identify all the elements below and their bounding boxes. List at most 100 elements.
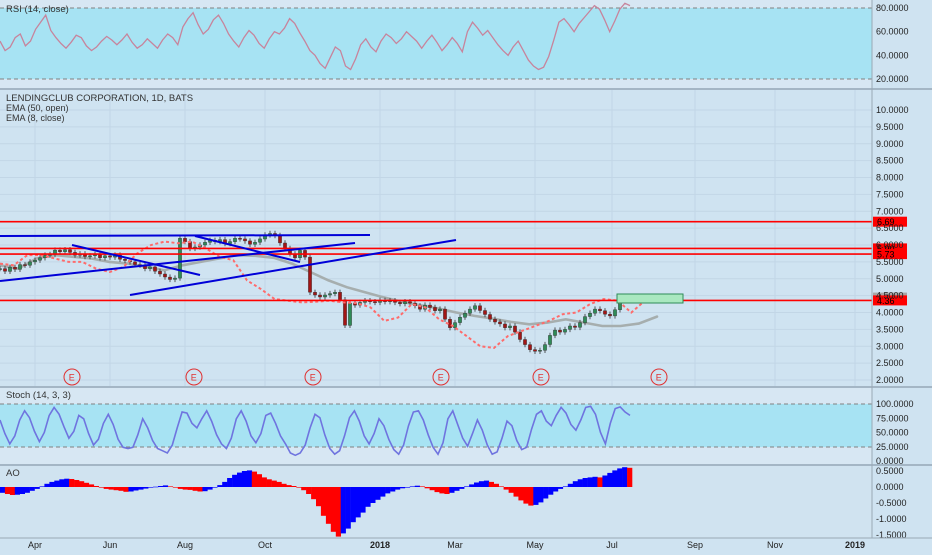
ao-bar — [543, 487, 549, 499]
rsi-tick-label: 40.0000 — [876, 50, 909, 60]
candle-body — [483, 310, 487, 315]
chart-canvas[interactable]: RSI (14, close) 80.0000 60.0000 40.0000 20.… — [0, 0, 932, 550]
rsi-tick-label: 80.0000 — [876, 3, 909, 13]
ao-bar — [474, 482, 480, 487]
ao-bar — [311, 487, 317, 500]
candle-body — [538, 350, 542, 352]
price-pane[interactable]: LENDINGCLUB CORPORATION, 1D, BATS EMA (5… — [0, 90, 909, 386]
ao-bar — [508, 487, 514, 493]
time-axis-label: 2018 — [370, 540, 390, 550]
time-axis-label: Apr — [28, 540, 42, 550]
trendline-top[interactable] — [0, 234, 371, 237]
ao-bar — [79, 481, 85, 487]
time-axis[interactable]: Apr Jun Aug Oct 2018 Mar May Jul Sep Nov 2019 — [0, 537, 932, 550]
ao-bar — [454, 487, 460, 491]
ao-bar — [118, 487, 124, 491]
price-gridlines — [0, 90, 872, 386]
ao-bar — [281, 483, 287, 487]
candle-body — [253, 242, 257, 245]
earnings-markers[interactable]: EEEEEE — [63, 368, 668, 386]
candle-body — [523, 339, 527, 345]
candle-body — [493, 319, 497, 323]
ao-title: AO — [6, 468, 20, 479]
candle-body — [433, 307, 437, 311]
time-axis-label: Sep — [687, 540, 703, 550]
ao-bar — [103, 487, 109, 489]
candle-body — [613, 309, 617, 317]
ao-bar — [128, 487, 134, 492]
candle-body — [343, 299, 347, 326]
stoch-title: Stoch (14, 3, 3) — [6, 390, 71, 401]
ao-bar — [251, 471, 257, 487]
candle-body — [373, 301, 377, 303]
ao-bar — [123, 487, 129, 492]
chart-workspace[interactable]: RSI (14, close) 80.0000 60.0000 40.0000 20.… — [0, 0, 932, 550]
ao-bar — [444, 487, 450, 494]
candle-body — [228, 241, 232, 244]
ao-bar — [98, 487, 104, 488]
candle-body — [13, 267, 17, 270]
ao-bar — [557, 487, 564, 489]
ao-bar — [49, 481, 55, 487]
ao-bar — [24, 487, 30, 493]
ao-bar — [380, 487, 386, 497]
rsi-pane[interactable]: RSI (14, close) 80.0000 60.0000 40.0000 20.… — [0, 0, 909, 88]
ao-bar — [513, 487, 519, 497]
ao-bar — [9, 487, 16, 495]
ao-bar — [449, 487, 455, 493]
ao-bar — [207, 487, 213, 490]
price-tick-label: 10.0000 — [876, 105, 909, 115]
earnings-marker-label: E — [191, 373, 197, 383]
ao-bar — [503, 487, 509, 490]
ao-bar — [133, 487, 139, 491]
ao-bar — [202, 487, 208, 492]
ao-pane[interactable]: AO 0.50000.0000-0.5000-1.0000-1.5000 — [0, 466, 907, 540]
trendlines[interactable] — [0, 234, 457, 296]
time-axis-label: Nov — [767, 540, 784, 550]
ao-bar — [325, 487, 332, 524]
candle-body — [528, 344, 532, 350]
ao-bar — [533, 487, 539, 505]
ao-bar — [306, 487, 312, 494]
candle-body — [33, 260, 37, 263]
time-axis-label: Aug — [177, 540, 193, 550]
price-tick-label: 5.5000 — [876, 257, 904, 267]
ao-bar — [59, 479, 65, 487]
ao-axis-ticks: 0.50000.0000-0.5000-1.0000-1.5000 — [876, 466, 907, 540]
candle-body — [498, 321, 502, 325]
candle-body — [248, 240, 252, 245]
candle-body — [593, 308, 597, 314]
ao-bar — [602, 475, 608, 487]
ao-bar — [355, 487, 361, 518]
ao-bar — [330, 487, 336, 532]
ao-bar — [439, 487, 445, 494]
candle-body — [468, 308, 472, 314]
ao-bar — [429, 487, 435, 491]
ao-bar — [478, 481, 485, 487]
target-zone-box[interactable] — [616, 293, 684, 304]
rsi-tick-label: 60.0000 — [876, 27, 909, 37]
ao-bar — [538, 487, 544, 503]
price-tick-label: 9.5000 — [876, 122, 904, 132]
ao-tick-label: -0.5000 — [876, 498, 907, 508]
ao-bar — [528, 487, 534, 506]
stoch-band — [0, 404, 872, 447]
ao-bar — [197, 487, 203, 492]
ao-bar — [276, 481, 282, 487]
ao-bar — [577, 479, 583, 487]
candle-body — [408, 301, 412, 304]
ao-bar — [548, 487, 554, 495]
candle-body — [563, 329, 567, 333]
candle-body — [123, 259, 127, 261]
stoch-pane[interactable]: Stoch (14, 3, 3) 100.0000 75.0000 50.0000 2… — [0, 388, 914, 466]
earnings-marker-label: E — [69, 373, 75, 383]
ao-bar — [399, 487, 406, 489]
price-tick-label: 4.0000 — [876, 308, 904, 318]
candle-body — [548, 335, 552, 345]
ao-bar — [69, 479, 75, 487]
ao-bar — [266, 479, 272, 487]
ao-bar — [286, 485, 292, 487]
candle-body — [278, 235, 282, 244]
ema8-line — [0, 240, 646, 349]
candle-body — [588, 313, 592, 317]
